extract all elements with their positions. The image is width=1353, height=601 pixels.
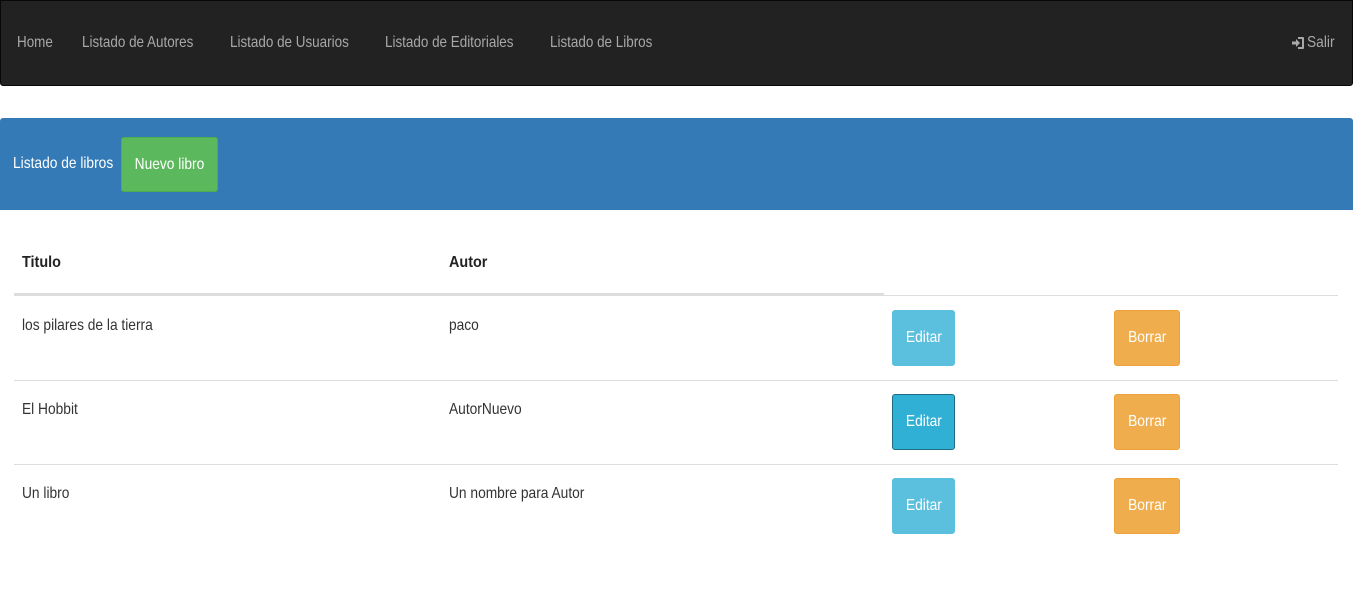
delete-button-label: Borrar — [1127, 413, 1167, 430]
table-row: El Hobbit AutorNuevo Editar Borrar — [14, 380, 1338, 465]
cell-autor: Un nombre para Autor — [449, 485, 585, 502]
nav-link-usuarios[interactable]: Listado de Usuarios — [230, 34, 349, 52]
delete-button[interactable]: Borrar — [1114, 394, 1180, 450]
nav-link-editoriales[interactable]: Listado de Editoriales — [385, 34, 514, 52]
table-row: Un libro Un nombre para Autor Editar Bor… — [14, 464, 1338, 548]
nav-links: Home Listado de Autores Listado de Usuar… — [1, 1, 670, 85]
panel-title: Listado de libros — [13, 155, 114, 172]
table-row: los pilares de la tierra paco Editar Bor… — [14, 296, 1338, 381]
column-header-autor: Autor — [449, 254, 488, 271]
top-navbar: Home Listado de Autores Listado de Usuar… — [0, 0, 1353, 86]
cell-titulo: El Hobbit — [22, 401, 78, 418]
delete-button-label: Borrar — [1127, 497, 1167, 514]
edit-button-label: Editar — [905, 329, 942, 346]
edit-button[interactable]: Editar — [892, 394, 955, 450]
edit-button-label: Editar — [905, 413, 942, 430]
cell-autor: paco — [449, 317, 479, 334]
table-header: Titulo Autor — [14, 240, 1338, 296]
cell-titulo: Un libro — [22, 485, 70, 502]
nav-link-home[interactable]: Home — [17, 34, 53, 52]
logout-label: Salir — [1306, 34, 1335, 51]
log-in-icon — [1291, 36, 1305, 50]
edit-button[interactable]: Editar — [892, 310, 955, 366]
delete-button[interactable]: Borrar — [1114, 310, 1180, 366]
edit-button[interactable]: Editar — [892, 478, 955, 534]
logout-link[interactable]: Salir — [1291, 1, 1339, 85]
edit-button-label: Editar — [905, 497, 942, 514]
cell-titulo: los pilares de la tierra — [22, 317, 153, 334]
column-header-titulo: Titulo — [22, 254, 61, 271]
nav-link-autores[interactable]: Listado de Autores — [82, 34, 193, 52]
delete-button[interactable]: Borrar — [1114, 478, 1180, 534]
nav-link-libros[interactable]: Listado de Libros — [550, 34, 652, 52]
new-book-button-label: Nuevo libro — [134, 155, 205, 173]
cell-autor: AutorNuevo — [449, 401, 522, 418]
delete-button-label: Borrar — [1127, 329, 1167, 346]
new-book-button[interactable]: Nuevo libro — [121, 137, 218, 192]
